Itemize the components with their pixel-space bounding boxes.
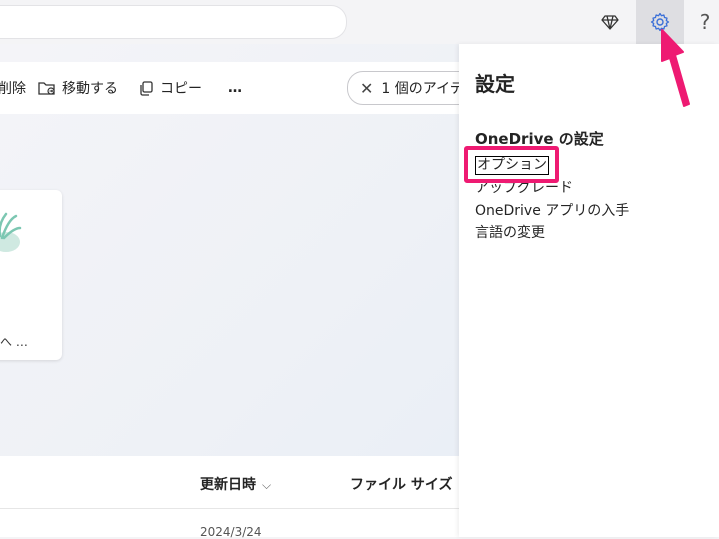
settings-gear-icon[interactable]: [636, 0, 684, 44]
copy-icon: [140, 81, 153, 96]
file-list-header: 更新日時 ⌵ ファイル サイズ: [0, 456, 459, 509]
clear-selection-icon[interactable]: ✕: [360, 79, 373, 98]
get-app-link[interactable]: OneDrive アプリの入手: [475, 200, 629, 220]
table-row[interactable]: 2024/3/24: [0, 509, 459, 539]
move-folder-icon: [38, 82, 55, 95]
settings-panel: 設定 OneDrive の設定 オプション アップグレード OneDrive ア…: [459, 44, 719, 537]
main-content: 削除 移動する コピー … ✕ 1 個のアイテ へ … 更新日時 ⌵ ファイル サ…: [0, 44, 489, 539]
selection-count: 1 個のアイテ: [381, 81, 464, 97]
column-modified-label: 更新日時: [200, 477, 256, 493]
help-icon[interactable]: ?: [690, 7, 719, 37]
change-language-link[interactable]: 言語の変更: [475, 222, 545, 242]
move-button[interactable]: 移動する: [38, 62, 118, 114]
highlight-box: [464, 146, 559, 183]
file-thumbnail-icon: [0, 212, 22, 252]
file-card-name: へ …: [0, 335, 28, 349]
top-bar: ?: [0, 0, 719, 44]
more-options-button[interactable]: …: [228, 62, 242, 114]
column-modified[interactable]: 更新日時 ⌵: [200, 474, 271, 494]
command-bar: 削除 移動する コピー … ✕ 1 個のアイテ: [0, 62, 489, 114]
settings-title: 設定: [475, 72, 515, 96]
copy-button[interactable]: コピー: [138, 62, 202, 114]
copy-label: コピー: [160, 81, 202, 97]
delete-button[interactable]: 削除: [0, 62, 26, 114]
chevron-down-icon: ⌵: [262, 478, 272, 492]
column-file-size[interactable]: ファイル サイズ: [350, 474, 452, 494]
search-input[interactable]: [0, 5, 347, 39]
move-label: 移動する: [62, 81, 118, 97]
file-card[interactable]: へ …: [0, 190, 62, 360]
premium-diamond-icon[interactable]: [595, 7, 625, 37]
delete-label: 削除: [0, 81, 26, 97]
